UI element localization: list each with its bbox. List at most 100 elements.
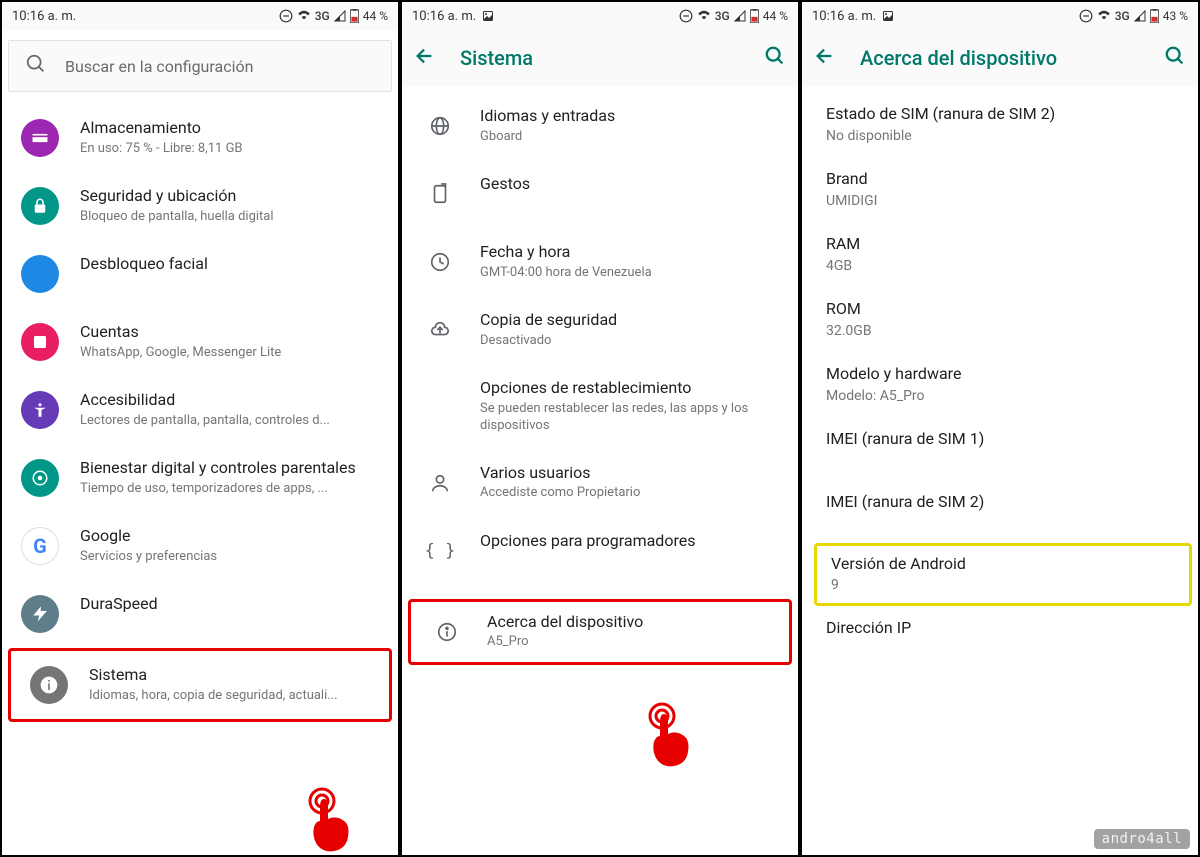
settings-search-box[interactable]: Buscar en la configuración (8, 40, 392, 92)
person-icon (420, 463, 460, 503)
clock-text: 10:16 a. m. (412, 9, 476, 24)
battery-icon (1150, 9, 1159, 23)
sim-title: Estado de SIM (ranura de SIM 2) (826, 104, 1180, 125)
list-item-accessibility[interactable]: AccesibilidadLectores de pantalla, panta… (2, 376, 398, 444)
imei1-title: IMEI (ranura de SIM 1) (826, 429, 1180, 450)
list-item-languages[interactable]: Idiomas y entradasGboard (402, 92, 798, 160)
list-item-ram[interactable]: RAM4GB (808, 222, 1198, 287)
brand-sub: UMIDIGI (826, 192, 1180, 210)
title-bar: Acerca del dispositivo (802, 30, 1198, 86)
security-sub: Bloqueo de pantalla, huella digital (80, 209, 380, 226)
list-item-google[interactable]: G GoogleServicios y preferencias (2, 512, 398, 580)
signal-icon (734, 10, 746, 22)
wifi-icon (697, 9, 711, 23)
list-item-imei2[interactable]: IMEI (ranura de SIM 2) (808, 480, 1198, 543)
list-item-imei1[interactable]: IMEI (ranura de SIM 1) (808, 417, 1198, 480)
list-item-duraspeed[interactable]: DuraSpeed (2, 580, 398, 648)
search-icon[interactable] (1164, 45, 1186, 71)
dnd-icon (679, 9, 693, 23)
sim-sub: No disponible (826, 127, 1180, 145)
list-item-accounts[interactable]: CuentasWhatsApp, Google, Messenger Lite (2, 308, 398, 376)
screenshot-2-system: 10:16 a. m. 3G 44 % Sistema Idiomas y en… (400, 0, 800, 857)
system-title: Sistema (89, 665, 371, 686)
gestures-title: Gestos (480, 174, 780, 195)
list-item-datetime[interactable]: Fecha y horaGMT-04:00 hora de Venezuela (402, 228, 798, 296)
gesture-icon (420, 174, 460, 214)
battery-text: 44 % (763, 9, 788, 23)
google-sub: Servicios y preferencias (80, 549, 380, 566)
rom-title: ROM (826, 299, 1180, 320)
cloud-icon (420, 310, 460, 350)
wifi-icon (297, 9, 311, 23)
google-title: Google (80, 526, 380, 547)
list-item-rom[interactable]: ROM 32.0GB (808, 287, 1198, 352)
ip-title: Dirección IP (826, 618, 1180, 639)
wifi-icon (1097, 9, 1111, 23)
model-title: Modelo y hardware (826, 364, 1180, 385)
list-item-face-unlock[interactable]: Desbloqueo facial (2, 240, 398, 308)
battery-icon (350, 9, 359, 23)
reset-title: Opciones de restablecimiento (480, 378, 780, 399)
list-item-sim-state[interactable]: Estado de SIM (ranura de SIM 2) No dispon… (808, 92, 1198, 157)
list-item-backup[interactable]: Copia de seguridadDesactivado (402, 296, 798, 364)
list-item-gestures[interactable]: Gestos (402, 160, 798, 228)
search-icon (25, 53, 47, 79)
list-item-brand[interactable]: BrandUMIDIGI (808, 157, 1198, 222)
users-title: Varios usuarios (480, 463, 780, 484)
datetime-title: Fecha y hora (480, 242, 780, 263)
status-bar: 10:16 a. m. 3G 44 % (402, 2, 798, 30)
back-icon[interactable] (814, 45, 836, 71)
list-item-developer[interactable]: { } Opciones para programadores (402, 517, 798, 585)
face-title: Desbloqueo facial (80, 254, 380, 275)
android-title: Versión de Android (831, 554, 1175, 575)
wellbeing-sub: Tiempo de uso, temporizadores de apps, .… (80, 481, 380, 498)
battery-text: 44 % (363, 9, 388, 23)
imei2-title: IMEI (ranura de SIM 2) (826, 492, 1180, 513)
dev-title: Opciones para programadores (480, 531, 780, 552)
back-icon[interactable] (414, 45, 436, 71)
screenshot-3-about: 10:16 a. m. 3G 43 % Acerca del dispositi… (800, 0, 1200, 857)
status-bar: 10:16 a. m. 3G 44 % (2, 2, 398, 30)
page-title: Acerca del dispositivo (860, 46, 1140, 70)
backup-title: Copia de seguridad (480, 310, 780, 331)
clock-icon (420, 242, 460, 282)
signal-icon (1134, 10, 1146, 22)
battery-icon (750, 9, 759, 23)
list-item-reset[interactable]: Opciones de restablecimientoSe pueden re… (402, 364, 798, 449)
storage-sub: En uso: 75 % - Libre: 8,11 GB (80, 141, 380, 158)
ram-sub: 4GB (826, 257, 1180, 275)
globe-icon (420, 106, 460, 146)
reset-sub: Se pueden restablecer las redes, las app… (480, 401, 780, 435)
screenshot-icon (482, 10, 494, 22)
clock-text: 10:16 a. m. (12, 9, 76, 24)
list-item-security[interactable]: Seguridad y ubicación Bloqueo de pantalla… (2, 172, 398, 240)
signal-icon (334, 10, 346, 22)
dnd-icon (1079, 9, 1093, 23)
rom-sub: 32.0GB (826, 322, 1180, 340)
watermark: andro4all (1094, 829, 1190, 849)
list-item-wellbeing[interactable]: Bienestar digital y controles parentales… (2, 444, 398, 512)
battery-text: 43 % (1163, 9, 1188, 23)
list-item-storage[interactable]: Almacenamiento En uso: 75 % - Libre: 8,11… (2, 104, 398, 172)
lang-title: Idiomas y entradas (480, 106, 780, 127)
about-title: Acerca del dispositivo (487, 612, 773, 633)
list-item-system[interactable]: SistemaIdiomas, hora, copia de seguridad… (8, 648, 392, 722)
search-icon[interactable] (764, 45, 786, 71)
storage-title: Almacenamiento (80, 118, 380, 139)
network-text: 3G (1115, 9, 1130, 23)
list-item-model[interactable]: Modelo y hardwareModelo: A5_Pro (808, 352, 1198, 417)
list-item-ip[interactable]: Dirección IP (808, 606, 1198, 664)
android-sub: 9 (831, 576, 1175, 594)
list-item-about-device[interactable]: Acerca del dispositivoA5_Pro (408, 599, 792, 665)
about-list: Estado de SIM (ranura de SIM 2) No dispon… (802, 86, 1198, 855)
list-item-android-version[interactable]: Versión de Android9 (814, 543, 1192, 606)
accounts-title: Cuentas (80, 322, 380, 343)
info-icon (427, 612, 467, 652)
screenshot-1-settings: 10:16 a. m. 3G 44 % Buscar en la configu… (0, 0, 400, 857)
about-sub: A5_Pro (487, 634, 773, 651)
network-text: 3G (315, 9, 330, 23)
list-item-users[interactable]: Varios usuariosAccediste como Propietari… (402, 449, 798, 517)
security-title: Seguridad y ubicación (80, 186, 380, 207)
users-sub: Accediste como Propietario (480, 485, 780, 502)
title-bar: Sistema (402, 30, 798, 86)
